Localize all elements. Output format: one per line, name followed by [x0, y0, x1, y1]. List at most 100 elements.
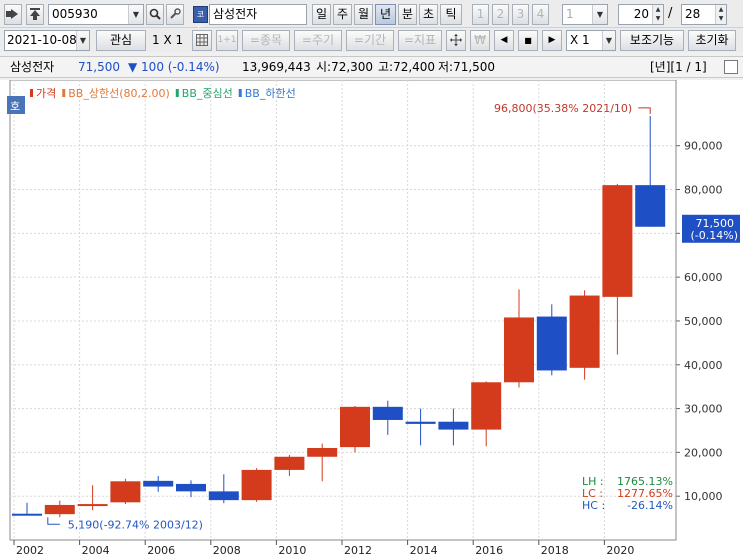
view-count-stepper[interactable]: 20 ▲ ▼ [618, 4, 664, 25]
spin-arrows-icon: ▲ ▼ [715, 5, 726, 24]
info-low: 저:71,500 [438, 60, 496, 74]
total-count-stepper[interactable]: 28 ▲ ▼ [681, 4, 727, 25]
layout-small-button[interactable]: 1+1 [216, 30, 238, 51]
scroll-right-button[interactable]: ▶ [542, 30, 562, 51]
candlestick-chart[interactable]: 10,00020,00030,00040,00050,00060,00070,0… [0, 79, 743, 560]
x-tick-label: 2004 [82, 544, 110, 557]
up-arrow-icon [30, 8, 40, 20]
candle-body [569, 295, 600, 368]
y-tick-label: 80,000 [684, 184, 723, 197]
period-tick-button[interactable]: 틱 [440, 4, 462, 25]
period-month-button[interactable]: 월 [354, 4, 373, 25]
x-tick-label: 2018 [541, 544, 569, 557]
period-button[interactable]: =주기 [294, 30, 342, 51]
interest-label: 관심 [109, 33, 133, 47]
period-week-button[interactable]: 주 [333, 4, 352, 25]
period-day-button[interactable]: 일 [312, 4, 331, 25]
wrench-icon [170, 8, 181, 19]
y-tick-label: 60,000 [684, 271, 723, 284]
chevron-down-icon: ▼ [592, 5, 607, 24]
x-tick-label: 2006 [147, 544, 175, 557]
y-tick-label: 90,000 [684, 140, 723, 153]
stock-name-value: 삼성전자 [213, 7, 258, 21]
interval-2-button[interactable]: 2 [492, 4, 509, 25]
candle-body [176, 483, 206, 492]
candle-body [241, 469, 272, 501]
legend-swatch [62, 89, 66, 97]
x-tick-label: 2012 [344, 544, 372, 557]
legend-swatch [238, 89, 242, 97]
candle-body [12, 513, 42, 516]
max-annotation: 96,800(35.38% 2021/10) [494, 102, 632, 115]
info-price: 71,500 [78, 60, 120, 74]
crosshair-button[interactable] [446, 30, 466, 51]
info-high: 고:72,400 [378, 60, 436, 74]
legend-swatch [30, 89, 33, 97]
y-tick-label: 40,000 [684, 359, 723, 372]
tools-button[interactable] [166, 4, 184, 25]
scroll-left-button[interactable]: ◀ [494, 30, 514, 51]
candle-body [405, 421, 436, 424]
y-tick-label: 30,000 [684, 403, 723, 416]
code-tag-icon: 코드 [193, 6, 208, 34]
candle-body [471, 382, 502, 430]
item-button[interactable]: =종목 [242, 30, 290, 51]
interval-select[interactable]: 1 ▼ [562, 4, 608, 25]
indicator-button[interactable]: =지표 [398, 30, 442, 51]
candle-body [143, 480, 174, 487]
candle-body [504, 317, 534, 383]
interval-value: 1 [566, 7, 574, 21]
currency-button[interactable]: ₩ [470, 30, 490, 51]
candle-body [602, 185, 633, 297]
grid-layout-button[interactable] [192, 30, 212, 51]
aux-function-button[interactable]: 보조기능 [620, 30, 684, 51]
interest-button[interactable]: 관심 [96, 30, 146, 51]
info-open: 시:72,300 [316, 60, 374, 74]
legend-badge-label: 호 [10, 100, 20, 113]
reset-button[interactable]: 초기화 [688, 30, 736, 51]
maximize-icon[interactable] [724, 60, 738, 74]
stock-name-field[interactable]: 삼성전자 [209, 4, 307, 25]
period-minute-button[interactable]: 분 [398, 4, 417, 25]
period-second-button[interactable]: 초 [419, 4, 438, 25]
candle-body [536, 316, 567, 371]
candle-body [44, 504, 75, 515]
info-change: ▼ 100 (-0.14%) [128, 60, 220, 74]
search-button[interactable] [146, 4, 164, 25]
stop-button[interactable]: ■ [518, 30, 538, 51]
interval-3-button[interactable]: 3 [512, 4, 529, 25]
x-tick-label: 2010 [278, 544, 306, 557]
candle-body [77, 504, 108, 507]
view-count-value: 20 [633, 7, 649, 21]
interval-4-button[interactable]: 4 [532, 4, 549, 25]
link-arrow-icon [6, 9, 18, 19]
y-tick-label: 50,000 [684, 315, 723, 328]
candle-body [340, 406, 370, 448]
candle-body [110, 481, 141, 503]
link-toggle-button[interactable] [4, 4, 22, 25]
legend-item: 가격 [36, 87, 56, 100]
chevron-left-icon: ◀ [500, 35, 508, 45]
min-annotation: 5,190(-92.74% 2003/12) [68, 518, 203, 531]
date-picker[interactable]: 2021-10-08 ▼ [4, 30, 90, 51]
up-button[interactable] [26, 4, 44, 25]
candle-body [438, 421, 469, 430]
chart-area[interactable]: 10,00020,00030,00040,00050,00060,00070,0… [0, 79, 743, 560]
stat-label: HC : [582, 499, 605, 512]
chevron-right-icon: ▶ [548, 35, 556, 45]
stock-code-select[interactable]: 005930 ▼ [48, 4, 144, 25]
candle-body [635, 185, 666, 227]
range-button[interactable]: =기간 [346, 30, 394, 51]
interval-1-button[interactable]: 1 [472, 4, 489, 25]
x-tick-label: 2020 [606, 544, 634, 557]
view-separator: / [668, 6, 673, 21]
zoom-select[interactable]: X 1 ▼ [566, 30, 616, 51]
y-tick-label: 10,000 [684, 490, 723, 503]
legend-item: BB_상한선(80,2.00) [68, 87, 170, 100]
stat-value: -26.14% [627, 499, 673, 512]
current-change-label: (-0.14%) [691, 229, 739, 242]
period-year-button[interactable]: 년 [375, 4, 396, 25]
zoom-value: X 1 [570, 33, 590, 47]
stock-code-value: 005930 [52, 7, 98, 21]
spin-arrows-icon: ▲ ▼ [652, 5, 663, 24]
